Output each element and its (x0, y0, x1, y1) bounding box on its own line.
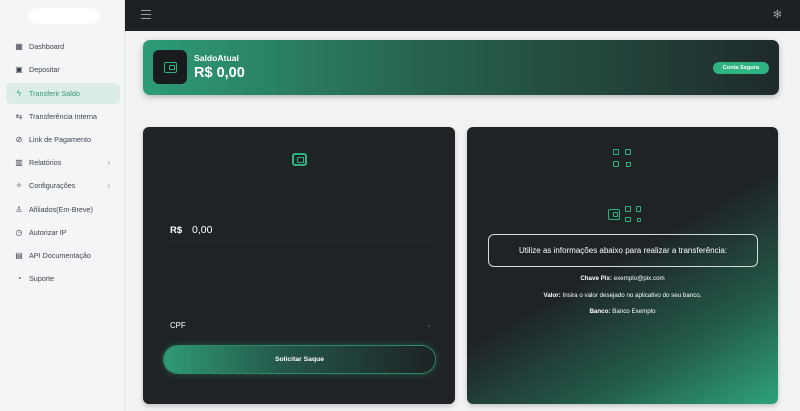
sidebar-item-label: Dashboard (29, 42, 65, 51)
chart-icon: ▥ (15, 157, 23, 167)
user-icon: ♙ (15, 204, 23, 214)
instructions-box: Utilize as informações abaixo para reali… (488, 234, 758, 267)
sidebar-item-label: Transferir Saldo (29, 89, 80, 98)
sliders-icon: ✧ (15, 180, 23, 190)
pix-key-value: exemplo@pix.com (613, 275, 665, 282)
logo (28, 8, 100, 24)
sidebar: ▦ Dashboard ▣ Depositar ϟ Transferir Sal… (0, 0, 125, 411)
qr-code-icon (625, 206, 641, 222)
sidebar-item-link-de-pagamento[interactable]: ⊘ Link de Pagamento (6, 129, 120, 150)
wallet-icon (608, 209, 620, 220)
balance-value: R$ 0,00 (194, 65, 245, 81)
withdraw-card: R$ 0,00 CPF ⌄ Solicitar Saque (143, 127, 455, 404)
sidebar-item-afiliados[interactable]: ♙ Afiliados(Em-Breve) (6, 199, 120, 220)
sidebar-item-suporte[interactable]: ◔ Suporte (6, 268, 120, 289)
sidebar-item-label: Transferência Interna (29, 112, 98, 121)
sidebar-item-api-documentacao[interactable]: ▤ API Documentação (6, 245, 120, 266)
request-withdraw-button[interactable]: Solicitar Saque (164, 346, 435, 373)
value-line: Valor: Insira o valor desejado no aplica… (467, 292, 778, 299)
secure-account-badge: Conta Segura (712, 62, 769, 74)
pix-key-type-select[interactable]: CPF ⌄ (170, 321, 432, 333)
sidebar-item-label: Link de Pagamento (29, 135, 91, 144)
sidebar-item-label: API Documentação (29, 251, 91, 260)
sidebar-item-label: Suporte (29, 274, 55, 283)
chevron-right-icon: › (107, 181, 110, 190)
sidebar-item-label: Afiliados(Em-Breve) (29, 205, 93, 214)
calendar-icon: ▣ (15, 64, 23, 74)
topbar: ✻ (125, 0, 800, 31)
wallet-icon (163, 61, 177, 73)
currency-symbol: R$ (170, 225, 183, 236)
amount-underline (167, 241, 432, 242)
sidebar-item-label: Relatórios (29, 158, 62, 167)
chevron-down-icon: ⌄ (426, 322, 432, 329)
deposit-info-card: Utilize as informações abaixo para reali… (467, 127, 778, 404)
qr-code-icon (613, 149, 631, 167)
sidebar-item-configuracoes[interactable]: ✧ Configurações › (6, 175, 120, 196)
sidebar-item-depositar[interactable]: ▣ Depositar (6, 59, 120, 80)
bank-label: Banco: (589, 308, 611, 315)
settings-icon[interactable]: ✻ (773, 8, 782, 21)
value-label: Valor: (543, 292, 561, 299)
sidebar-item-label: Depositar (29, 65, 60, 74)
support-icon: ◔ (16, 273, 22, 283)
bank-line: Banco: Banco Exemplo (467, 308, 778, 315)
pix-key-type-value: CPF (170, 321, 186, 330)
clock-icon: ◷ (15, 227, 23, 237)
link-icon: ⊘ (15, 134, 23, 144)
wallet-icon-box (153, 50, 187, 84)
sidebar-item-label: Configurações (29, 181, 76, 190)
balance-label: SaldoAtual (194, 53, 239, 63)
value-text: Insira o valor desejado no aplicativo do… (562, 292, 702, 299)
sidebar-item-label: Autorizar IP (29, 228, 67, 237)
sidebar-item-autorizar-ip[interactable]: ◷ Autorizar IP (6, 222, 120, 243)
bolt-icon: ϟ (16, 88, 22, 98)
chevron-right-icon: › (107, 158, 110, 167)
arrows-icon: ⇆ (15, 111, 23, 121)
amount-input[interactable]: 0,00 (192, 224, 212, 236)
menu-icon[interactable] (141, 10, 151, 19)
wallet-icon (292, 153, 307, 166)
bank-value: Banco Exemplo (612, 308, 656, 315)
document-icon: ▤ (15, 250, 23, 260)
pix-key-label: Chave Pix: (580, 275, 612, 282)
sidebar-item-transferencia-interna[interactable]: ⇆ Transferência Interna (6, 106, 120, 127)
sidebar-item-relatorios[interactable]: ▥ Relatórios › (6, 152, 120, 173)
sidebar-item-dashboard[interactable]: ▦ Dashboard (6, 36, 120, 57)
grid-icon: ▦ (15, 41, 23, 51)
pix-key-line: Chave Pix: exemplo@pix.com (467, 275, 778, 282)
balance-banner: SaldoAtual R$ 0,00 Conta Segura (143, 40, 779, 95)
sidebar-item-transferir-saldo[interactable]: ϟ Transferir Saldo (6, 83, 120, 104)
